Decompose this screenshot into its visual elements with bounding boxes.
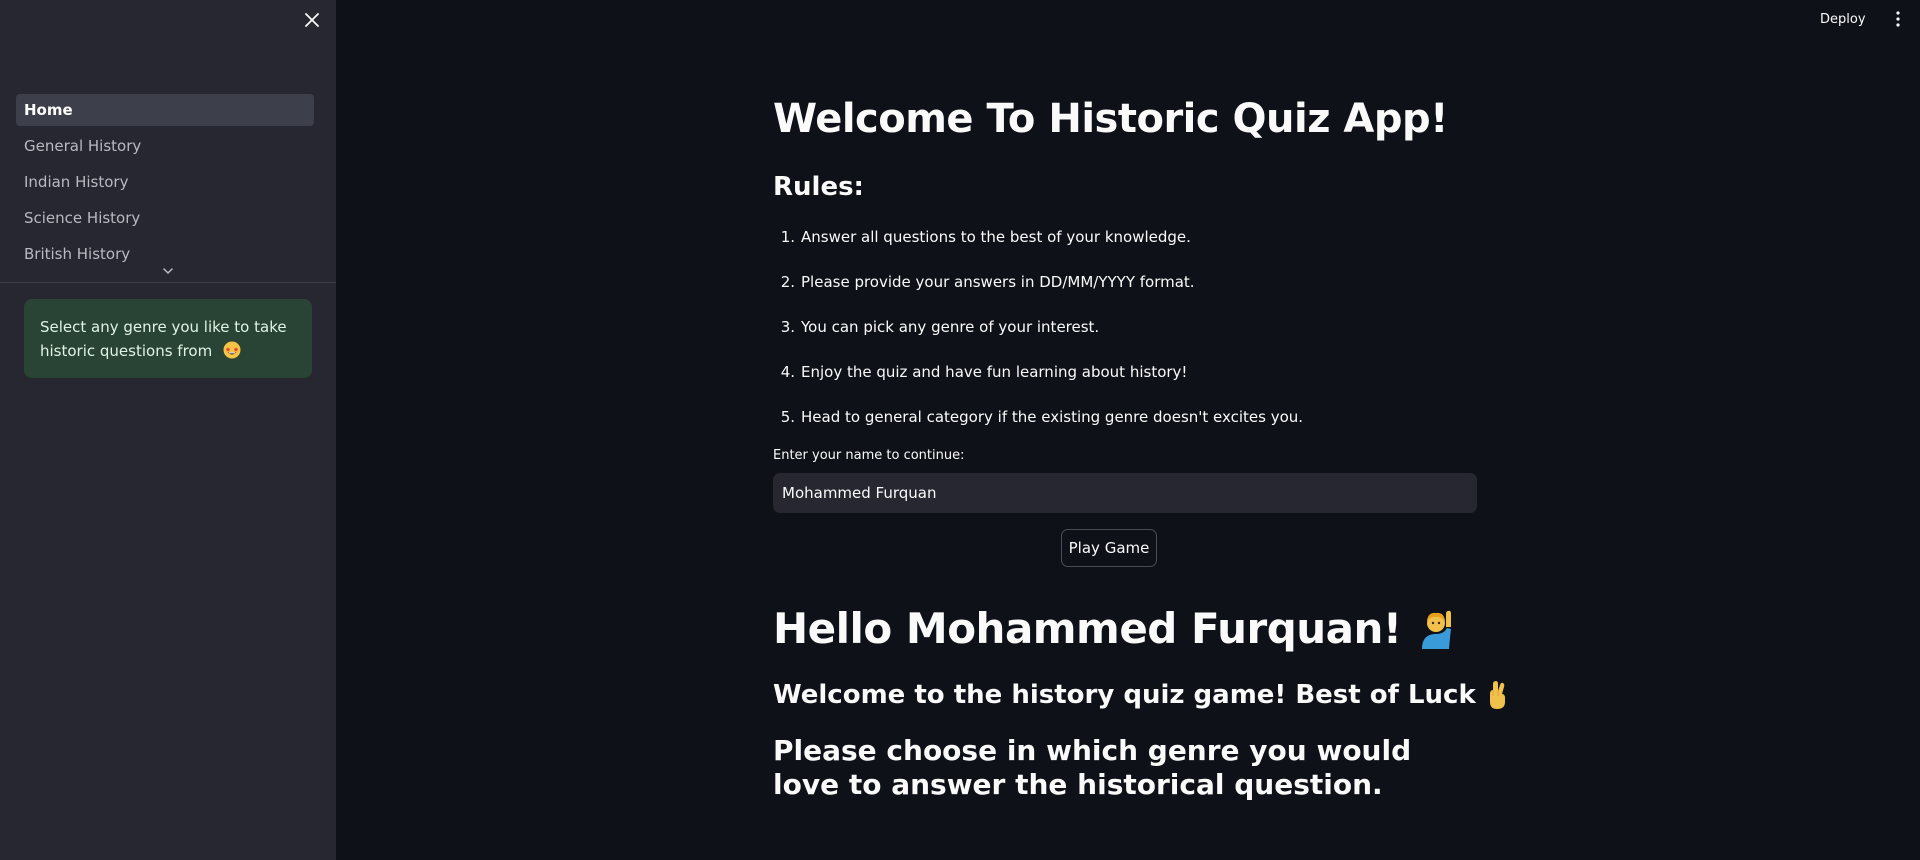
sidebar-nav: Home General History Indian History Scie…: [16, 94, 314, 274]
info-alert: Select any genre you like to take histor…: [24, 299, 312, 378]
close-icon[interactable]: [300, 8, 324, 32]
list-item-text: Enjoy the quiz and have fun learning abo…: [801, 363, 1188, 381]
list-item: 4. Enjoy the quiz and have fun learning …: [773, 361, 1478, 406]
star-struck-icon: [223, 341, 241, 366]
list-item-number: 1.: [780, 228, 795, 246]
sidebar-item-science-history[interactable]: Science History: [16, 202, 314, 234]
sidebar-item-indian-history[interactable]: Indian History: [16, 166, 314, 198]
list-item-number: 4.: [780, 363, 795, 381]
list-item-number: 2.: [780, 273, 795, 291]
sidebar: Home General History Indian History Scie…: [0, 0, 336, 860]
hello-heading: Hello Mohammed Furquan!: [773, 604, 1462, 653]
welcome-heading-text: Welcome to the history quiz game! Best o…: [773, 680, 1476, 710]
welcome-heading: Welcome to the history quiz game! Best o…: [773, 680, 1510, 710]
rules-heading: Rules:: [773, 172, 864, 202]
page-title: Welcome To Historic Quiz App!: [773, 96, 1448, 142]
list-item-text: Head to general category if the existing…: [801, 408, 1304, 426]
hello-heading-text: Hello Mohammed Furquan!: [773, 604, 1402, 653]
name-input[interactable]: [773, 473, 1477, 513]
app-root: Home General History Indian History Scie…: [0, 0, 1920, 860]
list-item: 1. Answer all questions to the best of y…: [773, 226, 1478, 271]
crossed-fingers-icon: [1484, 680, 1510, 710]
rules-list: 1. Answer all questions to the best of y…: [773, 226, 1478, 451]
list-item-text: Please provide your answers in DD/MM/YYY…: [801, 273, 1195, 291]
chevron-down-icon[interactable]: [160, 264, 176, 278]
sidebar-item-general-history[interactable]: General History: [16, 130, 314, 162]
sidebar-item-home[interactable]: Home: [16, 94, 314, 126]
more-vertical-icon[interactable]: [1888, 8, 1908, 30]
list-item: 2. Please provide your answers in DD/MM/…: [773, 271, 1478, 316]
person-raising-hand-icon: [1418, 607, 1462, 651]
list-item-number: 3.: [780, 318, 795, 336]
list-item: 3. You can pick any genre of your intere…: [773, 316, 1478, 361]
sidebar-divider: [0, 282, 336, 283]
play-game-button[interactable]: Play Game: [1061, 529, 1157, 567]
list-item-number: 5.: [780, 408, 795, 426]
list-item-text: Answer all questions to the best of your…: [801, 228, 1191, 246]
choose-genre-heading: Please choose in which genre you would l…: [773, 734, 1412, 801]
deploy-button[interactable]: Deploy: [1820, 8, 1866, 30]
name-input-label: Enter your name to continue:: [773, 448, 965, 463]
info-alert-text: Select any genre you like to take histor…: [40, 318, 287, 360]
list-item: 5. Head to general category if the exist…: [773, 406, 1478, 451]
list-item-text: You can pick any genre of your interest.: [801, 318, 1100, 336]
